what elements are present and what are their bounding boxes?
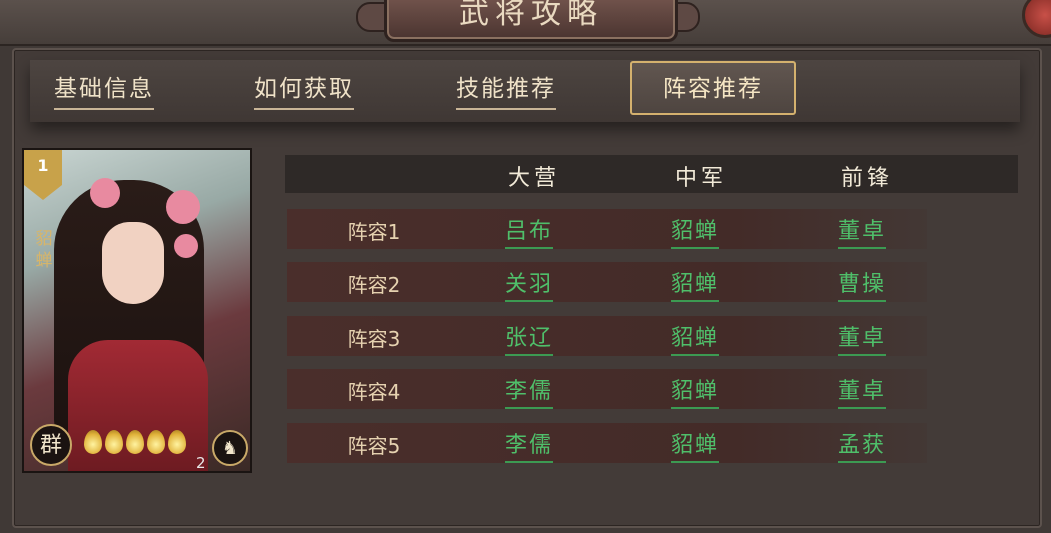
- star-icon: [84, 430, 102, 454]
- flower-decoration: [166, 190, 200, 224]
- tab-underline: [54, 108, 154, 110]
- tab-label: 基础信息: [54, 76, 154, 102]
- lineup-label: 阵容5: [347, 434, 401, 458]
- flower-decoration: [90, 178, 120, 208]
- star-rating: [84, 430, 189, 458]
- star-icon: [168, 430, 186, 454]
- hero-link[interactable]: 貂蝉: [635, 373, 755, 409]
- column-header-middle: 中军: [674, 166, 727, 191]
- hero-link[interactable]: 吕布: [469, 213, 589, 249]
- window-title: 武将攻略: [384, 0, 678, 42]
- hero-link[interactable]: 李儒: [469, 427, 589, 463]
- hero-link[interactable]: 貂蝉: [635, 427, 755, 463]
- tab-underline: [254, 108, 354, 110]
- tab-basic-info[interactable]: 基础信息: [54, 72, 154, 112]
- hero-link[interactable]: 董卓: [802, 213, 922, 249]
- hero-link[interactable]: 貂蝉: [635, 320, 755, 356]
- tab-label: 技能推荐: [456, 76, 556, 102]
- lineup-label: 阵容3: [347, 327, 401, 351]
- lineup-label: 阵容1: [347, 220, 401, 244]
- tab-skill-recommend[interactable]: 技能推荐: [456, 72, 556, 112]
- tab-underline: [456, 108, 556, 110]
- star-icon: [126, 430, 144, 454]
- tab-lineup-recommend[interactable]: 阵容推荐: [630, 61, 796, 115]
- hero-link[interactable]: 董卓: [802, 320, 922, 356]
- hero-link[interactable]: 貂蝉: [635, 266, 755, 302]
- faction-badge: 群: [30, 424, 72, 466]
- rank-badge: 1: [24, 150, 62, 200]
- tab-label: 如何获取: [254, 76, 354, 102]
- hero-name-vertical: 貂蝉: [35, 229, 53, 271]
- flower-decoration: [174, 234, 198, 258]
- tab-how-to-obtain[interactable]: 如何获取: [254, 72, 354, 112]
- lineup-label: 阵容2: [347, 273, 401, 297]
- hero-portrait-face: [102, 222, 164, 304]
- column-header-vanguard: 前锋: [840, 166, 893, 191]
- horse-icon: ♞: [212, 430, 248, 466]
- hero-link[interactable]: 貂蝉: [635, 213, 755, 249]
- hero-link[interactable]: 董卓: [802, 373, 922, 409]
- hero-link[interactable]: 李儒: [469, 373, 589, 409]
- lineup-label: 阵容4: [347, 380, 401, 404]
- star-icon: [147, 430, 165, 454]
- hero-link[interactable]: 关羽: [469, 266, 589, 302]
- hero-link[interactable]: 曹操: [802, 266, 922, 302]
- star-icon: [105, 430, 123, 454]
- column-header-camp: 大营: [507, 166, 560, 191]
- hero-link[interactable]: 孟获: [802, 427, 922, 463]
- hero-level: 2: [196, 454, 206, 472]
- hero-card[interactable]: 1 貂蝉 群 2 ♞: [22, 148, 252, 473]
- hero-link[interactable]: 张辽: [469, 320, 589, 356]
